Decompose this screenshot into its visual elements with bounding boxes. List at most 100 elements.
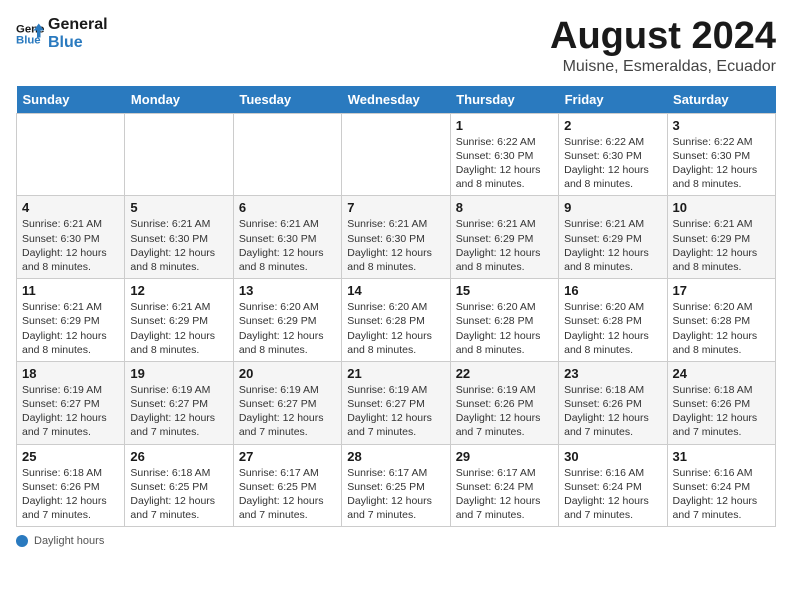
calendar-cell: 26 Sunrise: 6:18 AM Sunset: 6:25 PM Dayli… (125, 444, 233, 527)
calendar-week-row: 4Sunrise: 6:21 AM Sunset: 6:30 PM Daylig… (17, 196, 776, 279)
calendar-cell (233, 113, 341, 196)
logo-text-general: General (48, 16, 108, 34)
day-number: 5 (130, 200, 227, 215)
day-detail: Sunrise: 6:21 AM Sunset: 6:29 PM Dayligh… (564, 217, 661, 274)
calendar-cell: 13 Sunrise: 6:20 AM Sunset: 6:29 PM Dayli… (233, 279, 341, 362)
day-number: 26 (130, 449, 227, 464)
day-detail: Sunrise: 6:21 AM Sunset: 6:29 PM Dayligh… (673, 217, 770, 274)
month-year-title: August 2024 (550, 16, 776, 58)
calendar-week-row: 18 Sunrise: 6:19 AM Sunset: 6:27 PM Dayli… (17, 361, 776, 444)
day-number: 30 (564, 449, 661, 464)
calendar-cell: 30 Sunrise: 6:16 AM Sunset: 6:24 PM Dayli… (559, 444, 667, 527)
day-number: 25 (22, 449, 119, 464)
day-detail: Sunrise: 6:18 AM Sunset: 6:26 PM Dayligh… (564, 383, 661, 440)
calendar-cell: 5 Sunrise: 6:21 AM Sunset: 6:30 PM Daylig… (125, 196, 233, 279)
day-detail: Sunrise: 6:16 AM Sunset: 6:24 PM Dayligh… (673, 466, 770, 523)
day-number: 12 (130, 283, 227, 298)
day-detail: Sunrise: 6:20 AM Sunset: 6:28 PM Dayligh… (673, 300, 770, 357)
day-detail: Sunrise: 6:20 AM Sunset: 6:28 PM Dayligh… (347, 300, 444, 357)
day-detail: Sunrise: 6:20 AM Sunset: 6:28 PM Dayligh… (456, 300, 553, 357)
day-number: 23 (564, 366, 661, 381)
weekday-header-friday: Friday (559, 86, 667, 114)
day-detail: Sunrise: 6:19 AM Sunset: 6:27 PM Dayligh… (22, 383, 119, 440)
calendar-cell: 14 Sunrise: 6:20 AM Sunset: 6:28 PM Dayli… (342, 279, 450, 362)
day-detail: Sunrise: 6:18 AM Sunset: 6:25 PM Dayligh… (130, 466, 227, 523)
day-number: 15 (456, 283, 553, 298)
day-number: 8 (456, 200, 553, 215)
calendar-cell: 22 Sunrise: 6:19 AM Sunset: 6:26 PM Dayli… (450, 361, 558, 444)
day-detail: Sunrise: 6:19 AM Sunset: 6:27 PM Dayligh… (239, 383, 336, 440)
weekday-header-sunday: Sunday (17, 86, 125, 114)
day-detail: Sunrise: 6:17 AM Sunset: 6:25 PM Dayligh… (347, 466, 444, 523)
calendar-cell: 2 Sunrise: 6:22 AM Sunset: 6:30 PM Daylig… (559, 113, 667, 196)
day-detail: Sunrise: 6:21 AM Sunset: 6:29 PM Dayligh… (22, 300, 119, 357)
day-number: 16 (564, 283, 661, 298)
footer-dot-icon (16, 535, 28, 547)
day-detail: Sunrise: 6:18 AM Sunset: 6:26 PM Dayligh… (22, 466, 119, 523)
calendar-cell: 3Sunrise: 6:22 AM Sunset: 6:30 PM Daylig… (667, 113, 775, 196)
calendar-cell: 19 Sunrise: 6:19 AM Sunset: 6:27 PM Dayli… (125, 361, 233, 444)
logo-text-blue: Blue (48, 34, 108, 52)
day-detail: Sunrise: 6:21 AM Sunset: 6:30 PM Dayligh… (347, 217, 444, 274)
day-number: 21 (347, 366, 444, 381)
day-number: 24 (673, 366, 770, 381)
calendar-cell: 23 Sunrise: 6:18 AM Sunset: 6:26 PM Dayli… (559, 361, 667, 444)
day-number: 19 (130, 366, 227, 381)
day-detail: Sunrise: 6:19 AM Sunset: 6:26 PM Dayligh… (456, 383, 553, 440)
calendar-cell: 29Sunrise: 6:17 AM Sunset: 6:24 PM Dayli… (450, 444, 558, 527)
day-number: 27 (239, 449, 336, 464)
weekday-header-thursday: Thursday (450, 86, 558, 114)
day-number: 10 (673, 200, 770, 215)
weekday-header-monday: Monday (125, 86, 233, 114)
day-number: 18 (22, 366, 119, 381)
day-number: 1 (456, 118, 553, 133)
page-header: General Blue General Blue August 2024 Mu… (16, 16, 776, 76)
calendar-week-row: 1 Sunrise: 6:22 AM Sunset: 6:30 PM Daylig… (17, 113, 776, 196)
calendar-cell: 16 Sunrise: 6:20 AM Sunset: 6:28 PM Dayli… (559, 279, 667, 362)
day-detail: Sunrise: 6:19 AM Sunset: 6:27 PM Dayligh… (130, 383, 227, 440)
day-number: 6 (239, 200, 336, 215)
calendar-cell: 17 Sunrise: 6:20 AM Sunset: 6:28 PM Dayli… (667, 279, 775, 362)
day-detail: Sunrise: 6:21 AM Sunset: 6:29 PM Dayligh… (130, 300, 227, 357)
calendar-cell: 31Sunrise: 6:16 AM Sunset: 6:24 PM Dayli… (667, 444, 775, 527)
calendar-cell: 11Sunrise: 6:21 AM Sunset: 6:29 PM Dayli… (17, 279, 125, 362)
weekday-header-tuesday: Tuesday (233, 86, 341, 114)
title-block: August 2024 Muisne, Esmeraldas, Ecuador (550, 16, 776, 76)
calendar-cell: 8Sunrise: 6:21 AM Sunset: 6:29 PM Daylig… (450, 196, 558, 279)
calendar-cell: 7Sunrise: 6:21 AM Sunset: 6:30 PM Daylig… (342, 196, 450, 279)
day-detail: Sunrise: 6:21 AM Sunset: 6:30 PM Dayligh… (130, 217, 227, 274)
day-detail: Sunrise: 6:21 AM Sunset: 6:30 PM Dayligh… (22, 217, 119, 274)
calendar-week-row: 25 Sunrise: 6:18 AM Sunset: 6:26 PM Dayli… (17, 444, 776, 527)
calendar-cell (125, 113, 233, 196)
day-detail: Sunrise: 6:21 AM Sunset: 6:30 PM Dayligh… (239, 217, 336, 274)
location-subtitle: Muisne, Esmeraldas, Ecuador (550, 58, 776, 76)
calendar-cell: 24 Sunrise: 6:18 AM Sunset: 6:26 PM Dayli… (667, 361, 775, 444)
day-number: 29 (456, 449, 553, 464)
day-number: 2 (564, 118, 661, 133)
calendar-cell: 10 Sunrise: 6:21 AM Sunset: 6:29 PM Dayli… (667, 196, 775, 279)
day-number: 9 (564, 200, 661, 215)
day-detail: Sunrise: 6:22 AM Sunset: 6:30 PM Dayligh… (456, 135, 553, 192)
day-number: 14 (347, 283, 444, 298)
calendar-cell: 28Sunrise: 6:17 AM Sunset: 6:25 PM Dayli… (342, 444, 450, 527)
footer-note: Daylight hours (16, 535, 776, 547)
day-detail: Sunrise: 6:22 AM Sunset: 6:30 PM Dayligh… (564, 135, 661, 192)
day-number: 22 (456, 366, 553, 381)
weekday-header-wednesday: Wednesday (342, 86, 450, 114)
svg-text:Blue: Blue (16, 34, 41, 46)
day-number: 13 (239, 283, 336, 298)
day-detail: Sunrise: 6:20 AM Sunset: 6:29 PM Dayligh… (239, 300, 336, 357)
day-detail: Sunrise: 6:19 AM Sunset: 6:27 PM Dayligh… (347, 383, 444, 440)
day-detail: Sunrise: 6:17 AM Sunset: 6:25 PM Dayligh… (239, 466, 336, 523)
calendar-cell (342, 113, 450, 196)
day-number: 20 (239, 366, 336, 381)
calendar-cell: 25 Sunrise: 6:18 AM Sunset: 6:26 PM Dayli… (17, 444, 125, 527)
calendar-cell: 4Sunrise: 6:21 AM Sunset: 6:30 PM Daylig… (17, 196, 125, 279)
day-detail: Sunrise: 6:16 AM Sunset: 6:24 PM Dayligh… (564, 466, 661, 523)
day-detail: Sunrise: 6:18 AM Sunset: 6:26 PM Dayligh… (673, 383, 770, 440)
day-detail: Sunrise: 6:20 AM Sunset: 6:28 PM Dayligh… (564, 300, 661, 357)
calendar-cell: 1 Sunrise: 6:22 AM Sunset: 6:30 PM Daylig… (450, 113, 558, 196)
footer-label: Daylight hours (34, 535, 104, 547)
day-number: 17 (673, 283, 770, 298)
calendar-cell: 12 Sunrise: 6:21 AM Sunset: 6:29 PM Dayli… (125, 279, 233, 362)
